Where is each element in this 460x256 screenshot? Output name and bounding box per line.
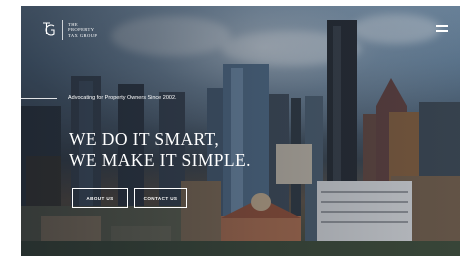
headline-line-2: WE MAKE IT SIMPLE. (69, 150, 251, 170)
headline-line-1: WE DO IT SMART, (69, 129, 220, 149)
menu-bar (436, 30, 448, 32)
brand-name-line: TAX GROUP (68, 32, 98, 38)
brand-name: THE PROPERTY TAX GROUP (68, 22, 97, 38)
menu-bar (436, 25, 448, 27)
contact-us-button[interactable]: CONTACT US (134, 188, 187, 208)
hamburger-menu-icon[interactable] (436, 25, 448, 33)
hero-headline: WE DO IT SMART, WE MAKE IT SIMPLE. (69, 129, 251, 171)
brand-name-line: PROPERTY (68, 27, 95, 33)
logo-divider (62, 20, 63, 40)
hero-section: THE PROPERTY TAX GROUP Advocating for Pr… (21, 6, 460, 256)
hero-tagline: Advocating for Property Owners Since 200… (68, 95, 177, 101)
tagline-rule (21, 98, 57, 99)
about-us-button[interactable]: ABOUT US (72, 188, 128, 208)
tpg-monogram-icon (43, 22, 55, 36)
logo[interactable]: THE PROPERTY TAX GROUP (41, 20, 97, 40)
